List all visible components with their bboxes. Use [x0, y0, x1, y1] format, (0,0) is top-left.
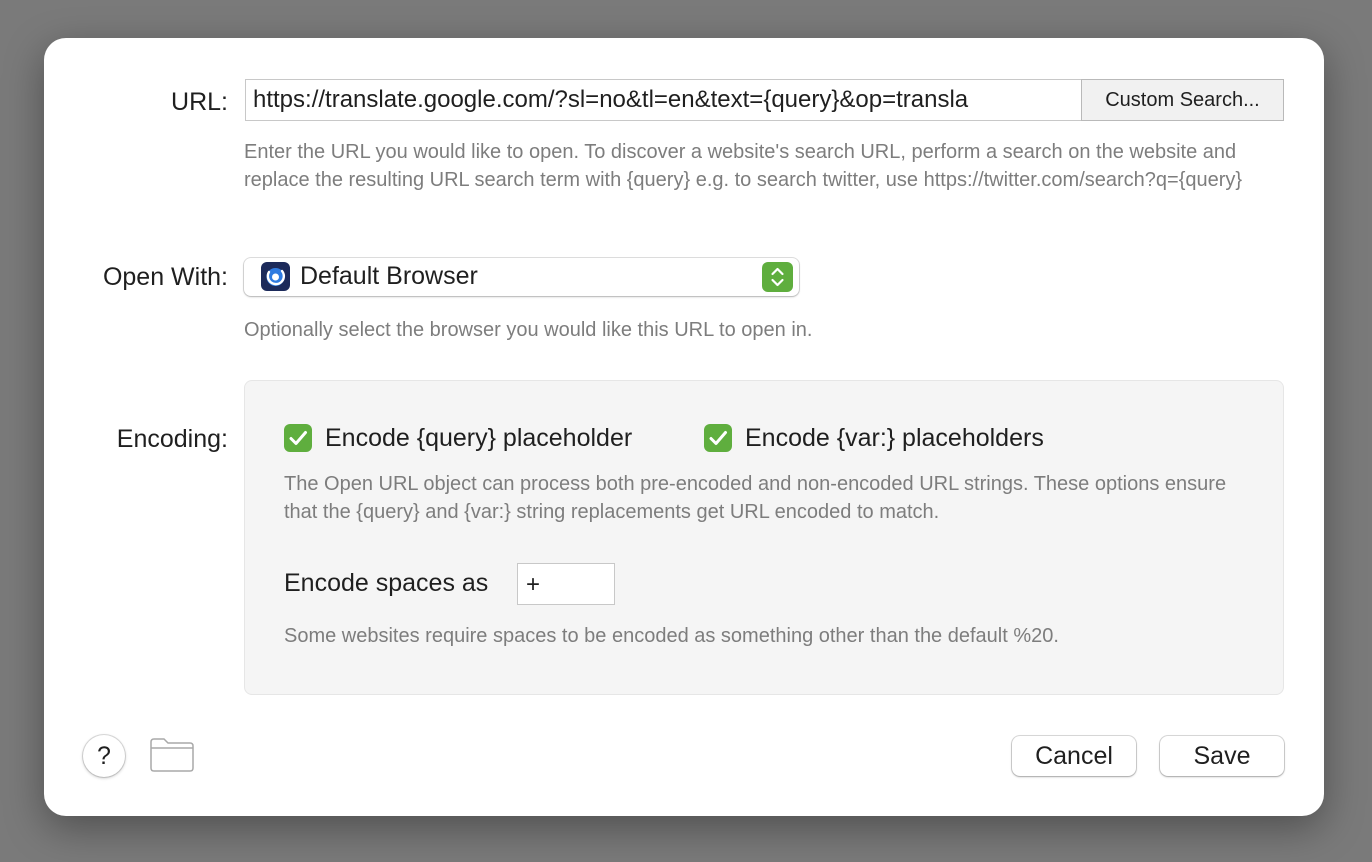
encode-spaces-help-text: Some websites require spaces to be encod…	[284, 625, 1059, 647]
encode-spaces-input[interactable]: +	[517, 563, 615, 605]
encode-spaces-label: Encode spaces as	[284, 569, 489, 597]
encoding-help-text: The Open URL object can process both pre…	[284, 473, 1227, 523]
encoding-label: Encoding:	[116, 425, 228, 453]
open-with-label: Open With:	[102, 263, 228, 291]
url-label: URL:	[171, 88, 228, 116]
encode-vars-label[interactable]: Encode {var:} placeholders	[745, 424, 1044, 453]
browser-popup-value: Default Browser	[300, 262, 478, 290]
checkmark-icon	[289, 431, 307, 445]
open-with-help-text: Optionally select the browser you would …	[244, 319, 813, 341]
checkmark-icon	[709, 431, 727, 445]
help-button[interactable]: ?	[83, 735, 125, 777]
encoding-group: Encode {query} placeholder Encode {var:}…	[244, 380, 1284, 695]
popup-stepper[interactable]	[762, 262, 793, 292]
encode-query-label[interactable]: Encode {query} placeholder	[325, 424, 632, 453]
cancel-button[interactable]: Cancel	[1012, 736, 1136, 776]
folder-icon[interactable]	[148, 736, 196, 774]
url-help-text: Enter the URL you would like to open. To…	[244, 141, 1243, 191]
open-url-dialog: URL: https://translate.google.com/?sl=no…	[44, 38, 1324, 816]
url-input[interactable]: https://translate.google.com/?sl=no&tl=e…	[245, 79, 1081, 121]
encode-vars-checkbox[interactable]	[704, 424, 732, 452]
default-browser-icon	[261, 262, 290, 291]
encode-query-checkbox[interactable]	[284, 424, 312, 452]
save-button[interactable]: Save	[1160, 736, 1284, 776]
chevron-up-down-icon	[771, 267, 784, 287]
custom-search-button[interactable]: Custom Search...	[1081, 79, 1284, 121]
browser-popup[interactable]: Default Browser	[244, 258, 799, 296]
